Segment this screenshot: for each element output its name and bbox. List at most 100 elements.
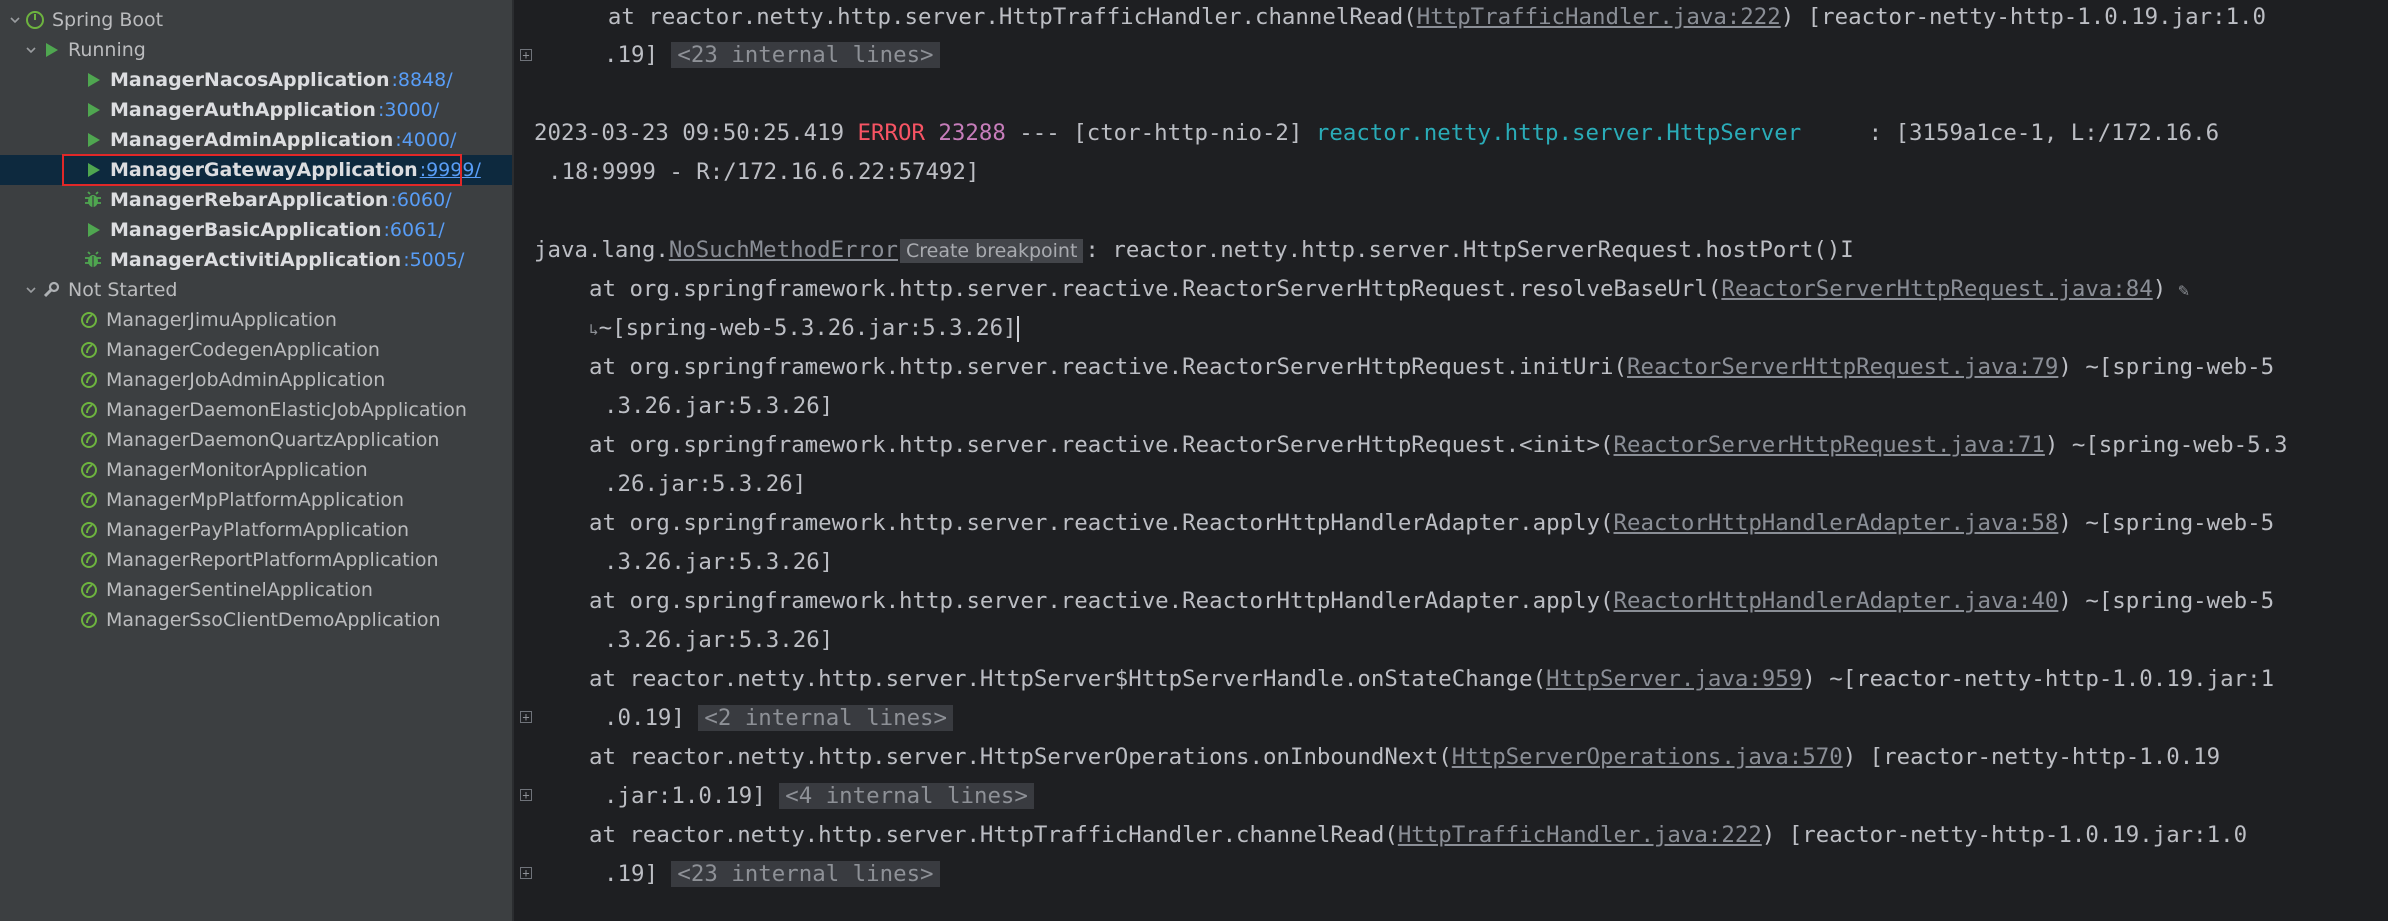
internal-lines-fold[interactable]: <23 internal lines> (671, 42, 940, 68)
service-port-link[interactable]: :3000/ (378, 99, 439, 121)
service-name: ManagerCodegenApplication (106, 339, 380, 361)
service-name: ManagerJimuApplication (106, 309, 337, 331)
not-started-service-item[interactable]: ManagerMpPlatformApplication (0, 485, 512, 515)
service-port-link[interactable]: :6061/ (384, 219, 445, 241)
not-started-service-item[interactable]: ManagerMonitorApplication (0, 455, 512, 485)
spring-boot-icon (78, 459, 100, 481)
not-started-service-item[interactable]: ManagerJobAdminApplication (0, 365, 512, 395)
log-line: .jar:1.0.19] <4 internal lines> (604, 781, 1034, 811)
log-line: at org.springframework.http.server.react… (589, 276, 2190, 302)
chevron-down-icon[interactable] (22, 281, 40, 299)
service-port-link[interactable]: :5005/ (403, 249, 464, 271)
source-link[interactable]: ReactorServerHttpRequest.java:79 (1627, 354, 2058, 380)
not-started-service-item[interactable]: ManagerCodegenApplication (0, 335, 512, 365)
fold-expand-icon[interactable]: + (520, 867, 532, 879)
chevron-down-icon[interactable] (6, 11, 24, 29)
internal-lines-fold[interactable]: <2 internal lines> (698, 705, 954, 731)
text-caret (1016, 315, 1019, 342)
not-started-service-item[interactable]: ManagerSsoClientDemoApplication (0, 605, 512, 635)
fold-expand-icon[interactable]: + (520, 49, 532, 61)
pencil-icon[interactable]: ✎ (2178, 280, 2189, 301)
running-service-item[interactable]: ManagerAuthApplication:3000/ (0, 95, 512, 125)
not-started-service-item[interactable]: ManagerPayPlatformApplication (0, 515, 512, 545)
not-started-service-item[interactable]: ManagerJimuApplication (0, 305, 512, 335)
log-line: .19] <23 internal lines> (604, 859, 940, 889)
fold-expand-icon[interactable]: + (520, 711, 532, 723)
log-line: 2023-03-23 09:50:25.419 ERROR 23288 --- … (534, 120, 2220, 146)
service-name: ManagerDaemonElasticJobApplication (106, 399, 467, 421)
service-name: ManagerAuthApplication (110, 99, 376, 121)
service-port-link[interactable]: :4000/ (395, 129, 456, 151)
log-line: at reactor.netty.http.server.HttpServerO… (589, 744, 2221, 770)
internal-lines-fold[interactable]: <23 internal lines> (671, 861, 940, 887)
log-line: at org.springframework.http.server.react… (589, 354, 2275, 380)
not-started-service-item[interactable]: ManagerDaemonElasticJobApplication (0, 395, 512, 425)
service-name: ManagerJobAdminApplication (106, 369, 386, 391)
tree-node-running[interactable]: Running (0, 35, 512, 65)
tree-node-spring-boot[interactable]: Spring Boot (0, 5, 512, 35)
service-port-link[interactable]: :9999/ (420, 159, 481, 181)
spring-boot-icon (78, 519, 100, 541)
console-output[interactable]: at reactor.netty.http.server.HttpTraffic… (514, 0, 2388, 921)
service-name: ManagerMpPlatformApplication (106, 489, 405, 511)
tree-node-label: Not Started (68, 279, 178, 301)
running-service-item[interactable]: ManagerRebarApplication:6060/ (0, 185, 512, 215)
spring-boot-icon (24, 9, 46, 31)
log-line: java.lang.NoSuchMethodError Create breakp… (534, 237, 1854, 263)
create-breakpoint-tooltip[interactable]: Create breakpoint (899, 239, 1084, 263)
running-service-item[interactable]: ManagerActivitiApplication:5005/ (0, 245, 512, 275)
source-link[interactable]: HttpServer.java:959 (1546, 666, 1802, 692)
run-icon (82, 219, 104, 241)
service-name: ManagerReportPlatformApplication (106, 549, 439, 571)
running-service-item[interactable]: ManagerNacosApplication:8848/ (0, 65, 512, 95)
run-icon (82, 99, 104, 121)
source-link[interactable]: ReactorHttpHandlerAdapter.java:40 (1614, 588, 2059, 614)
service-port-link[interactable]: :6060/ (390, 189, 451, 211)
fold-expand-icon[interactable]: + (520, 789, 532, 801)
spring-boot-icon (78, 549, 100, 571)
exception-link[interactable]: NoSuchMethodError (669, 237, 898, 263)
source-link[interactable]: HttpServerOperations.java:570 (1452, 744, 1843, 770)
not-started-service-item[interactable]: ManagerDaemonQuartzApplication (0, 425, 512, 455)
spring-boot-icon (78, 579, 100, 601)
run-icon (82, 69, 104, 91)
spring-boot-icon (78, 339, 100, 361)
chevron-down-icon[interactable] (22, 41, 40, 59)
spring-boot-icon (78, 369, 100, 391)
running-service-item[interactable]: ManagerGatewayApplication:9999/ (0, 155, 512, 185)
log-line: .19] <23 internal lines> (604, 40, 940, 70)
log-line: .18:9999 - R:/172.16.6.22:57492] (548, 159, 980, 185)
source-link[interactable]: HttpTrafficHandler.java:222 (1398, 822, 1762, 848)
source-link[interactable]: HttpTrafficHandler.java:222 (1417, 4, 1781, 30)
log-line: at reactor.netty.http.server.HttpTraffic… (589, 822, 2248, 848)
log-line: .3.26.jar:5.3.26] (604, 393, 834, 419)
source-link[interactable]: ReactorServerHttpRequest.java:84 (1721, 276, 2152, 302)
internal-lines-fold[interactable]: <4 internal lines> (779, 783, 1034, 809)
log-level: ERROR (857, 120, 925, 146)
tree-node-label: Spring Boot (52, 9, 164, 31)
spring-boot-icon (78, 309, 100, 331)
process-id: 23288 (938, 120, 1006, 146)
service-name: ManagerNacosApplication (110, 69, 390, 91)
log-line: at reactor.netty.http.server.HttpTraffic… (554, 4, 2267, 30)
service-name: ManagerSentinelApplication (106, 579, 373, 601)
service-name: ManagerAdminApplication (110, 129, 394, 151)
service-port-link[interactable]: :8848/ (391, 69, 452, 91)
log-line: at reactor.netty.http.server.HttpServer$… (589, 666, 2275, 692)
service-name: ManagerPayPlatformApplication (106, 519, 410, 541)
not-started-service-item[interactable]: ManagerReportPlatformApplication (0, 545, 512, 575)
service-name: ManagerRebarApplication (110, 189, 389, 211)
source-link[interactable]: ReactorHttpHandlerAdapter.java:58 (1614, 510, 2059, 536)
services-tree-panel: Spring Boot Running ManagerNacosApplicat… (0, 0, 512, 921)
service-name: ManagerGatewayApplication (110, 159, 418, 181)
tree-node-not-started[interactable]: Not Started (0, 275, 512, 305)
run-icon (82, 129, 104, 151)
source-link[interactable]: ReactorServerHttpRequest.java:71 (1614, 432, 2045, 458)
log-line: .3.26.jar:5.3.26] (604, 549, 834, 575)
running-service-item[interactable]: ManagerAdminApplication:4000/ (0, 125, 512, 155)
not-started-service-item[interactable]: ManagerSentinelApplication (0, 575, 512, 605)
spring-boot-icon (78, 609, 100, 631)
log-line: .0.19] <2 internal lines> (604, 703, 954, 733)
running-service-item[interactable]: ManagerBasicApplication:6061/ (0, 215, 512, 245)
log-line: .3.26.jar:5.3.26] (604, 627, 834, 653)
